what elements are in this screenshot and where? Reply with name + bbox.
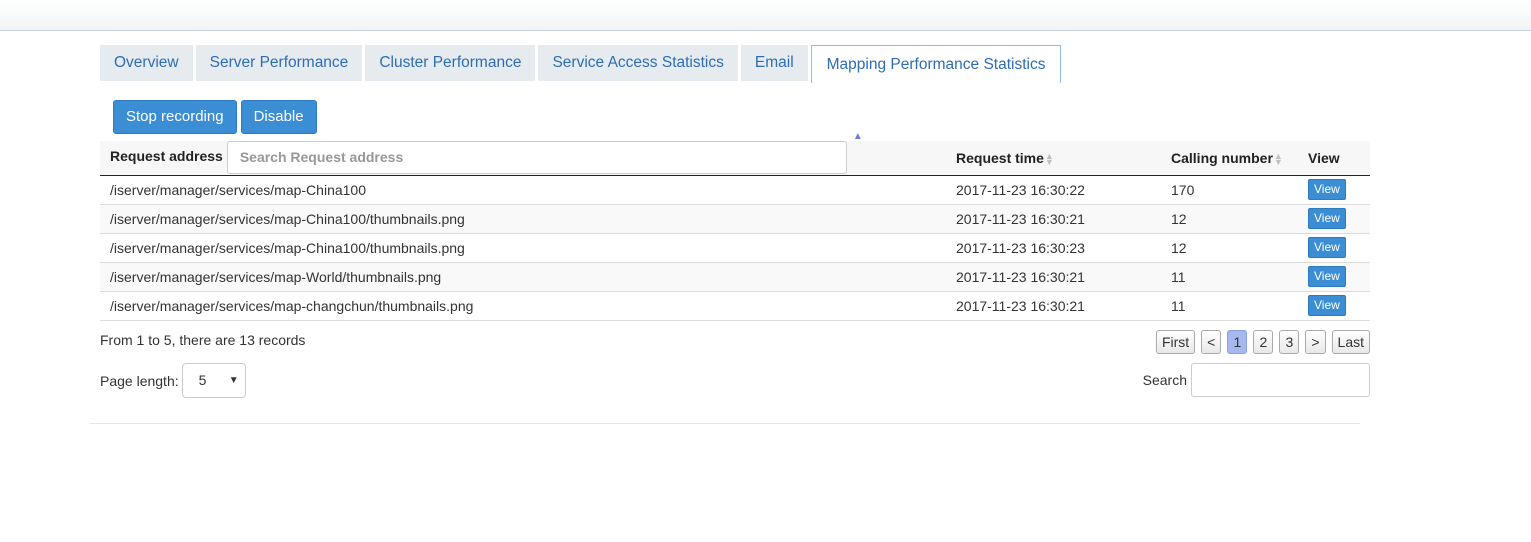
page-last-button[interactable]: Last [1331,330,1370,354]
cell-request-time: 2017-11-23 16:30:21 [956,297,1085,314]
page-next-button[interactable]: > [1305,330,1326,354]
table-row: /iserver/manager/services/map-changchun/… [100,291,1370,320]
view-button[interactable]: View [1308,208,1346,229]
table-row: /iserver/manager/services/map-China100 2… [100,175,1370,204]
tab-overview[interactable]: Overview [100,45,193,81]
cell-calling-number: 12 [1171,210,1187,227]
header-calling-number[interactable]: Calling number▲ ▼ [1161,141,1298,175]
view-button[interactable]: View [1308,266,1346,287]
cell-request-time: 2017-11-23 16:30:21 [956,268,1085,285]
divider [90,423,1360,424]
stop-recording-button[interactable]: Stop recording [113,100,237,134]
tab-mapping-performance-statistics[interactable]: Mapping Performance Statistics [810,45,1062,83]
cell-calling-number: 170 [1171,181,1195,198]
table-row: /iserver/manager/services/map-China100/t… [100,204,1370,233]
header-request-address-label: Request address [110,148,223,165]
cell-request-address: /iserver/manager/services/map-World/thum… [110,268,442,285]
page-first-button[interactable]: First [1155,330,1196,354]
statistics-table: Request address Search Request address ▲ R… [100,131,1370,321]
tab-bar: Overview Server Performance Cluster Perf… [100,45,1064,83]
pagination: First < 1 2 3 > Last [1150,330,1370,354]
cell-request-time: 2017-11-23 16:30:22 [956,181,1085,198]
records-info: From 1 to 5, there are 13 records [100,332,306,348]
cell-calling-number: 11 [1171,268,1186,285]
sort-icon: ▲ ▼ [1044,151,1054,168]
header-request-time-label: Request time [956,149,1044,166]
header-calling-number-label: Calling number [1171,149,1273,166]
table-row: /iserver/manager/services/map-China100/t… [100,233,1370,262]
header-request-address[interactable]: Request address Search Request address ▲ [100,131,946,175]
sort-ascending-icon: ▲ [852,131,863,143]
address-search-input[interactable]: Search Request address [226,141,847,175]
page-prev-button[interactable]: < [1201,330,1222,354]
cell-calling-number: 12 [1171,239,1187,256]
page-1-button[interactable]: 1 [1227,330,1248,354]
tab-cluster-performance[interactable]: Cluster Performance [365,45,536,81]
tab-server-performance[interactable]: Server Performance [195,45,363,81]
view-button[interactable]: View [1308,179,1346,200]
header-request-time[interactable]: Request time▲ ▼ [946,141,1161,175]
cell-request-address: /iserver/manager/services/map-China100/t… [110,239,465,256]
page-length-select[interactable]: 5 ▼ [181,363,246,398]
toolbar: Stop recording Disable [113,100,321,134]
cell-request-address: /iserver/manager/services/map-changchun/… [110,297,474,314]
page-3-button[interactable]: 3 [1279,330,1300,354]
view-button[interactable]: View [1308,237,1346,258]
view-button[interactable]: View [1308,295,1346,316]
tab-service-access-statistics[interactable]: Service Access Statistics [538,45,738,81]
cell-request-address: /iserver/manager/services/map-China100/t… [110,210,465,227]
table-header-row: Request address Search Request address ▲ R… [100,131,1370,175]
table-row: /iserver/manager/services/map-World/thum… [100,262,1370,291]
page-2-button[interactable]: 2 [1253,330,1274,354]
page-length-control: Page length: 5 ▼ [100,363,246,398]
cell-request-time: 2017-11-23 16:30:21 [956,210,1085,227]
top-header-bar [0,0,1531,31]
table-search: Search [1143,363,1370,397]
cell-request-time: 2017-11-23 16:30:23 [956,239,1085,256]
page-length-value: 5 [198,372,207,388]
page-length-label: Page length: [100,372,179,389]
sort-icon: ▲ ▼ [1273,151,1283,168]
search-input[interactable] [1191,363,1370,397]
cell-request-address: /iserver/manager/services/map-China100 [110,181,366,198]
disable-button[interactable]: Disable [240,100,317,134]
search-label: Search [1142,372,1187,388]
caret-down-icon: ▼ [228,375,239,386]
cell-calling-number: 11 [1171,297,1186,314]
tab-email[interactable]: Email [740,45,808,81]
header-view: View [1308,149,1340,166]
